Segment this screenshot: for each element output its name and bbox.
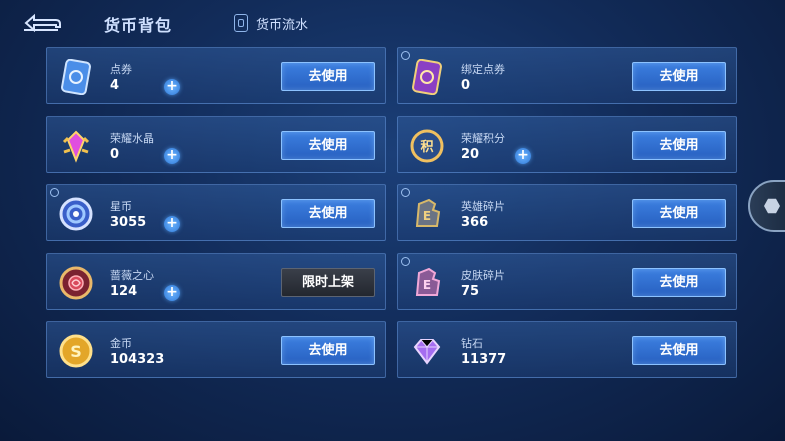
currency-name: 皮肤碎片 bbox=[461, 269, 505, 282]
currency-amount: 104323 bbox=[110, 352, 165, 367]
use-button[interactable]: 去使用 bbox=[281, 62, 375, 91]
use-button[interactable]: 去使用 bbox=[281, 336, 375, 365]
use-button[interactable]: 去使用 bbox=[632, 268, 726, 297]
svg-text:E: E bbox=[423, 209, 431, 223]
currency-amount: 3055 bbox=[110, 215, 147, 230]
add-button[interactable]: + bbox=[515, 148, 531, 164]
currency-flow-label: 货币流水 bbox=[256, 17, 309, 33]
svg-text:积: 积 bbox=[420, 139, 433, 155]
currency-amount: 11377 bbox=[461, 352, 507, 367]
use-button[interactable]: 去使用 bbox=[632, 62, 726, 91]
back-arrow-icon bbox=[24, 13, 61, 33]
ledger-icon bbox=[234, 14, 248, 32]
skin-fragment-icon: E bbox=[408, 264, 446, 302]
currency-name: 星币 bbox=[110, 200, 132, 213]
use-button[interactable]: 去使用 bbox=[281, 131, 375, 160]
card-jinbi: S 金币 104323 去使用 bbox=[46, 321, 386, 378]
hexagon-icon bbox=[764, 198, 780, 214]
currency-name: 金币 bbox=[110, 337, 132, 350]
currency-name: 钻石 bbox=[461, 337, 483, 350]
currency-amount: 4 bbox=[110, 78, 120, 93]
top-bar: 货币背包 货币流水 bbox=[0, 0, 785, 44]
hero-fragment-icon: E bbox=[408, 195, 446, 233]
card-dianquan: 点券 4 + 去使用 bbox=[46, 47, 386, 104]
points-icon: 积 bbox=[408, 127, 446, 165]
use-button[interactable]: 去使用 bbox=[632, 131, 726, 160]
card-pifu: E 皮肤碎片 75 去使用 bbox=[397, 253, 737, 310]
card-qiangwei: 蔷薇之心 124 + 限时上架 bbox=[46, 253, 386, 310]
voucher-icon bbox=[57, 58, 95, 96]
currency-amount: 366 bbox=[461, 215, 489, 230]
card-zuanshi: 钻石 11377 去使用 bbox=[397, 321, 737, 378]
currency-flow-button[interactable]: 货币流水 bbox=[234, 12, 308, 34]
currency-amount: 0 bbox=[461, 78, 471, 93]
card-jifen: 积 荣耀积分 20 + 去使用 bbox=[397, 116, 737, 173]
add-button[interactable]: + bbox=[164, 148, 180, 164]
back-button[interactable] bbox=[22, 12, 62, 34]
add-button[interactable]: + bbox=[164, 216, 180, 232]
currency-amount: 0 bbox=[110, 147, 120, 162]
use-button[interactable]: 去使用 bbox=[632, 199, 726, 228]
svg-text:S: S bbox=[70, 342, 82, 361]
use-button[interactable]: 去使用 bbox=[632, 336, 726, 365]
add-button[interactable]: + bbox=[164, 285, 180, 301]
star-coin-icon bbox=[57, 195, 95, 233]
currency-name: 荣耀积分 bbox=[461, 132, 505, 145]
add-button[interactable]: + bbox=[164, 79, 180, 95]
use-button[interactable]: 去使用 bbox=[281, 199, 375, 228]
page-title: 货币背包 bbox=[104, 16, 173, 35]
card-shuijing: 荣耀水晶 0 + 去使用 bbox=[46, 116, 386, 173]
diamond-icon bbox=[408, 332, 446, 370]
currency-amount: 124 bbox=[110, 284, 138, 299]
currency-name: 荣耀水晶 bbox=[110, 132, 154, 145]
currency-name: 点券 bbox=[110, 63, 132, 76]
side-panel-toggle[interactable] bbox=[748, 180, 785, 232]
currency-name: 蔷薇之心 bbox=[110, 269, 154, 282]
currency-name: 绑定点券 bbox=[461, 63, 505, 76]
currency-amount: 75 bbox=[461, 284, 480, 299]
gold-coin-icon: S bbox=[57, 332, 95, 370]
currency-amount: 20 bbox=[461, 147, 480, 162]
card-xingbi: 星币 3055 + 去使用 bbox=[46, 184, 386, 241]
bound-voucher-icon bbox=[408, 58, 446, 96]
card-yingxiong: E 英雄碎片 366 去使用 bbox=[397, 184, 737, 241]
crystal-icon bbox=[57, 127, 95, 165]
svg-text:E: E bbox=[423, 278, 431, 292]
rose-heart-icon bbox=[57, 264, 95, 302]
limited-time-button[interactable]: 限时上架 bbox=[281, 268, 375, 297]
card-bangding: 绑定点券 0 去使用 bbox=[397, 47, 737, 104]
currency-name: 英雄碎片 bbox=[461, 200, 505, 213]
